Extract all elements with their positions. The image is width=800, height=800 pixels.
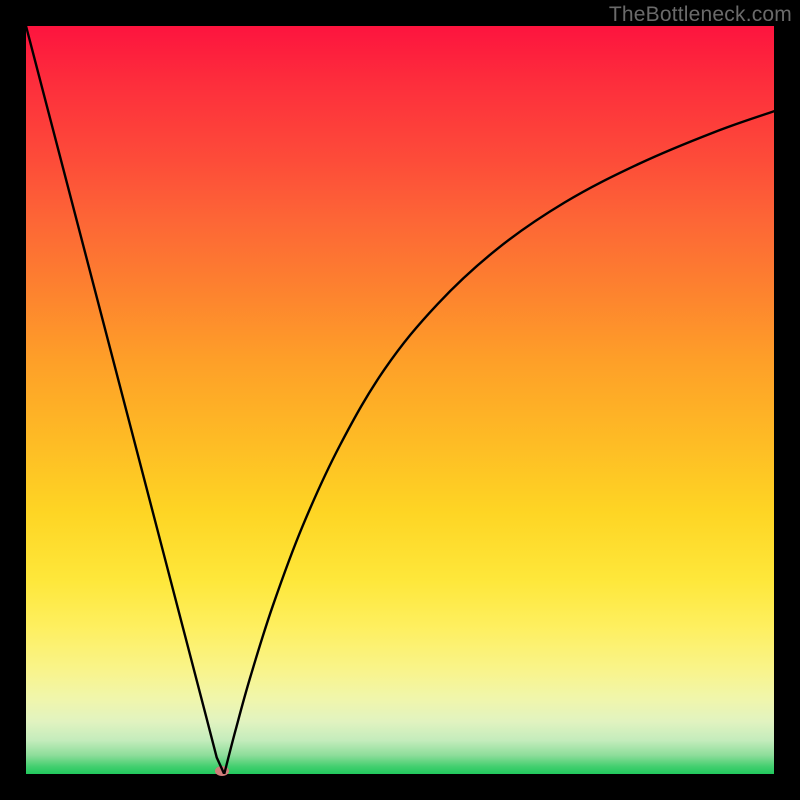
chart-frame — [26, 26, 774, 774]
curve-left-branch — [26, 26, 224, 774]
watermark-text: TheBottleneck.com — [609, 3, 792, 27]
curve-right-branch — [224, 111, 774, 774]
bottleneck-curve — [26, 26, 774, 774]
